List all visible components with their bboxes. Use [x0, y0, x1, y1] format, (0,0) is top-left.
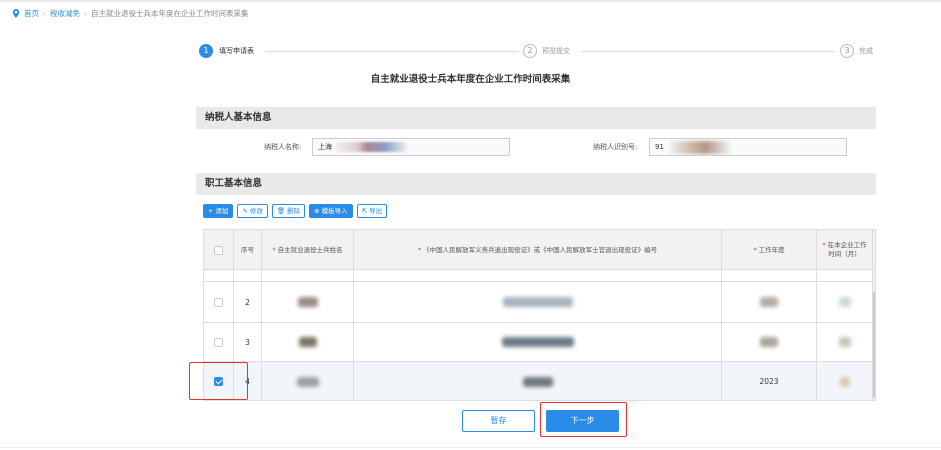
- row-cert-redacted: [354, 323, 722, 361]
- row-cert-redacted: [354, 362, 722, 400]
- col-work-months: * 在本企业工作时间（月）: [817, 230, 873, 270]
- taxpayer-id-value: 91: [655, 143, 664, 151]
- row-year-redacted: [722, 323, 817, 361]
- row-checkbox[interactable]: [214, 337, 223, 347]
- save-draft-button[interactable]: 暂存: [462, 410, 535, 432]
- breadcrumb-home[interactable]: 首页: [24, 8, 39, 19]
- scrollbar-thumb[interactable]: [873, 292, 875, 398]
- row-year-redacted: [722, 282, 817, 322]
- breadcrumb-current: 自主就业退役士兵本年度在企业工作时间表采集: [91, 9, 249, 18]
- step-1-label: 填写申请表: [219, 47, 254, 55]
- row-checkbox[interactable]: [214, 297, 223, 307]
- taxpayer-id-field[interactable]: 91: [649, 138, 847, 156]
- taxpayer-name-field[interactable]: 上海: [312, 138, 510, 156]
- bottom-divider: [0, 447, 941, 448]
- step-progress: 1 填写申请表 2 预览提交 3 完成: [199, 44, 879, 60]
- row-months-redacted: [817, 362, 873, 400]
- add-button[interactable]: + 添加: [203, 204, 234, 218]
- highlight-box-next: [540, 402, 627, 437]
- page-title: 自主就业退役士兵本年度在企业工作时间表采集: [370, 74, 571, 85]
- pencil-icon: ✎: [242, 207, 248, 215]
- breadcrumb-separator: ›: [43, 9, 46, 18]
- select-all-cell: [204, 230, 234, 270]
- row-index: 3: [234, 323, 262, 361]
- import-icon: ⊕: [314, 207, 320, 215]
- table-scrollbar[interactable]: [873, 270, 875, 400]
- table-row-selected[interactable]: 4 2023: [204, 362, 875, 400]
- row-year: 2023: [722, 362, 817, 400]
- trash-icon: 🗑: [276, 207, 286, 215]
- col-work-year: * 工作年度: [722, 230, 817, 270]
- row-cert-redacted: [354, 282, 722, 322]
- table-row-partial: [204, 270, 875, 282]
- location-pin-icon: [12, 9, 20, 18]
- row-name-redacted: [262, 323, 354, 361]
- taxpayer-name-label: 纳税人名称:: [264, 143, 302, 151]
- table-header: 序号 * 自主就业退役士兵姓名 * 《中国人民解放军义务兵退出现役证》或《中国人民解…: [204, 230, 875, 270]
- step-2-label: 预览提交: [542, 47, 570, 55]
- taxpayer-section-header: 纳税人基本信息: [196, 107, 876, 129]
- export-button[interactable]: ⇱ 导出: [356, 204, 388, 218]
- export-icon: ⇱: [361, 207, 368, 215]
- table-toolbar: + 添加 ✎ 修改 🗑 删除 ⊕ 模板导入 ⇱ 导出: [203, 204, 388, 218]
- col-name: * 自主就业退役士兵姓名: [262, 230, 354, 270]
- col-index: 序号: [234, 230, 262, 270]
- select-all-checkbox[interactable]: [214, 245, 223, 255]
- step-1-circle: 1: [199, 44, 213, 58]
- row-name-redacted: [262, 362, 354, 400]
- edit-button[interactable]: ✎ 修改: [237, 204, 268, 218]
- template-import-button[interactable]: ⊕ 模板导入: [309, 204, 353, 218]
- top-border: [0, 0, 941, 2]
- breadcrumb: 首页 › 税收减免 › 自主就业退役士兵本年度在企业工作时间表采集: [12, 8, 249, 19]
- step-2-circle: 2: [523, 44, 537, 58]
- table-row[interactable]: 3: [204, 323, 875, 362]
- taxpayer-id-label: 纳税人识别号:: [593, 143, 638, 151]
- row-months-redacted: [817, 323, 873, 361]
- taxpayer-name-value: 上海: [318, 143, 332, 151]
- step-connector: [265, 51, 519, 52]
- table-row[interactable]: 2: [204, 282, 875, 323]
- employee-table: 序号 * 自主就业退役士兵姓名 * 《中国人民解放军义务兵退出现役证》或《中国人民解…: [203, 229, 876, 401]
- step-3-circle: 3: [840, 44, 854, 58]
- delete-button[interactable]: 🗑 删除: [271, 204, 306, 218]
- col-cert-number: * 《中国人民解放军义务兵退出现役证》或《中国人民解放军士官退出现役证》编号: [354, 230, 722, 270]
- row-name-redacted: [262, 282, 354, 322]
- breadcrumb-tax-relief[interactable]: 税收减免: [50, 8, 80, 19]
- step-3-label: 完成: [859, 47, 873, 55]
- highlight-box-checkbox: [189, 362, 248, 400]
- redacted-overlay: [670, 141, 730, 154]
- row-index: 2: [234, 282, 262, 322]
- plus-icon: +: [208, 207, 214, 215]
- employee-section-header: 职工基本信息: [196, 173, 876, 195]
- step-connector: [581, 51, 835, 52]
- breadcrumb-separator: ›: [84, 9, 87, 18]
- row-months-redacted: [817, 282, 873, 322]
- redacted-overlay: [335, 142, 407, 152]
